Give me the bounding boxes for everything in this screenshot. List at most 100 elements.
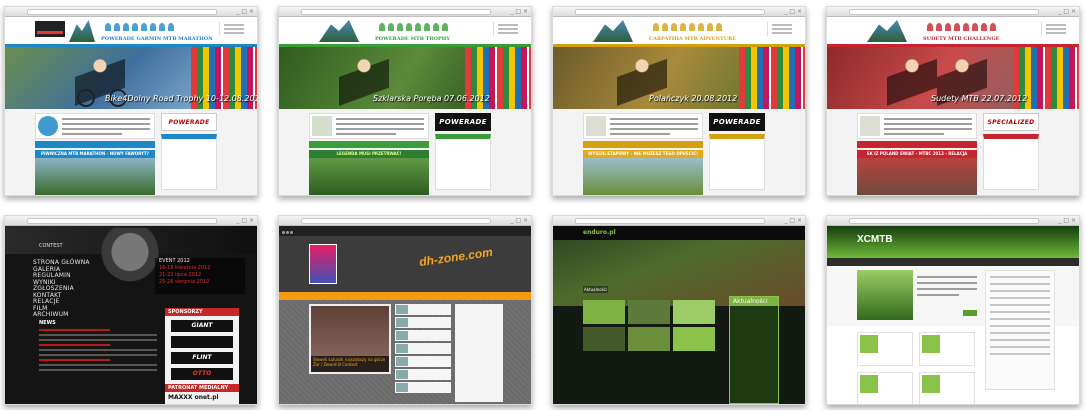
series-title: SUDETY MTB CHALLENGE [923,36,1000,42]
articles-section [827,326,1079,404]
site-thumbnail-enduro[interactable]: _ □ × enduro.pl Aktualności Aktualności [552,215,806,405]
sponsor-logo[interactable]: POWERADE [709,113,765,131]
news-teaser[interactable] [309,113,429,139]
site-thumbnail-mtb-trophy[interactable]: _ □ × POWERADE MTB TROPHY Szklarska Porę… [278,6,532,196]
browser-toolbar: _ □ × [5,216,257,234]
address-bar[interactable] [849,9,1039,15]
address-bar[interactable] [27,218,217,224]
nav-icons[interactable] [653,23,733,33]
feature-banner[interactable]: WYŚCIG ETAPOWY - NIE MOŻESZ TEGO OPUŚCIĆ… [583,150,703,195]
news-teaser[interactable] [35,113,155,139]
browser-toolbar: _ □ × [553,7,805,25]
main-nav[interactable]: STRONA GŁÓWNA GALERIA REGULAMIN WYNIKI Z… [33,259,90,319]
sidebar-block[interactable] [709,134,765,190]
sponsor-logo[interactable]: POWERADE [161,113,217,131]
news-heading: Aktualności [730,297,778,306]
sponsor-logo[interactable]: GIANT [171,320,233,332]
site-logo[interactable]: dh-zone.com [418,245,493,269]
hero-title: Polańczyk 20.08.2012 [649,94,738,103]
article-card[interactable] [919,372,975,404]
sidebar-block[interactable] [435,134,491,190]
powerade-logo[interactable] [35,21,65,37]
sponsor-logo[interactable] [171,336,233,348]
hero-banner[interactable]: Szklarska Poręba 07.06.2012 [279,47,531,109]
sponsors-panel: SPONSORZY GIANT FLINT OTTO PATRONAT MEDI… [165,308,239,404]
address-bar[interactable] [849,218,1039,224]
news-heading: NEWS [39,320,56,326]
article-list[interactable] [395,304,451,402]
events-box[interactable]: EVENT 2012 16-18 kwietnia 2012 21-22 lip… [155,258,245,294]
sponsor-logo[interactable]: FLINT [171,352,233,364]
news-teaser[interactable] [857,113,977,139]
site-thumbnail-carpathia[interactable]: _ □ × CARPATHIA MTB ADVENTURE Polańczyk … [552,6,806,196]
article-card[interactable] [857,372,913,404]
article-card[interactable] [919,332,975,366]
utility-links[interactable] [219,22,249,36]
section-menu[interactable] [583,141,703,148]
news-teaser[interactable] [583,113,703,139]
series-title: CARPATHIA MTB ADVENTURE [649,36,737,42]
magazine-cover[interactable] [309,244,337,284]
address-bar[interactable] [575,218,765,224]
right-column[interactable] [455,304,503,402]
utility-links[interactable] [767,22,797,36]
featured-photo[interactable] [857,270,913,320]
map-thumbnail [312,116,332,136]
main-nav[interactable] [279,292,531,300]
feature-banner[interactable]: PIWNICZNA MTB MARATHON - NOWY FAWORYT? [35,150,155,195]
feature-banner[interactable]: LEGENDA MUSI PRZETRWAĆ! [309,150,429,195]
featured-article[interactable]: Sławek Łukasik najszybszy na górze Żar /… [309,304,391,374]
read-more-button[interactable] [963,310,977,316]
article-card[interactable] [857,332,913,366]
site-logo[interactable]: XCMTB [857,234,893,245]
address-bar[interactable] [575,9,765,15]
content-area: LEGENDA MUSI PRZETRWAĆ! POWERADE [279,109,531,195]
site-header: SUDETY MTB CHALLENGE [827,17,1079,47]
sidebar-block[interactable] [161,134,217,190]
event-date[interactable]: 25-26 sierpnia 2012 [155,279,245,286]
media-logos[interactable]: MAXXX onet.pl [165,392,239,403]
section-menu[interactable] [309,141,429,148]
hero-title: Szklarska Poręba 07.06.2012 [373,94,490,103]
category-tabs[interactable] [739,47,805,109]
event-date[interactable]: 21-22 lipca 2012 [155,272,245,279]
site-logo[interactable]: enduro.pl [583,229,616,236]
hero-banner[interactable]: Bike4Dolny Road Trophy 10-12.08.2012 [5,47,257,109]
browser-toolbar: _ □ × [5,7,257,25]
site-thumbnail-xcmtb[interactable]: _ □ × XCMTB [826,215,1080,405]
nav-item[interactable]: ARCHIWUM [33,311,90,319]
nav-icons[interactable] [379,23,459,33]
sponsor-logo[interactable]: POWERADE [435,113,491,131]
hero-title: Bike4Dolny Road Trophy 10-12.08.2012 [105,94,257,103]
mountain-logo[interactable] [319,20,359,42]
content-area: WYŚCIG ETAPOWY - NIE MOŻESZ TEGO OPUŚCIĆ… [553,109,805,195]
hero-banner[interactable]: Sudety MTB 22.07.2012 [827,47,1079,109]
main-nav[interactable] [827,258,1079,266]
thumbnail-grid[interactable] [583,300,723,354]
news-sidebar[interactable]: Aktualności [729,296,779,404]
utility-links[interactable] [1041,22,1071,36]
site-thumbnail-sudety[interactable]: _ □ × SUDETY MTB CHALLENGE Sudety MTB 22… [826,6,1080,196]
site-thumbnail-downhill-contest[interactable]: _ □ × CONTEST STRONA GŁÓWNA GALERIA REGU… [4,215,258,405]
browser-toolbar: _ □ × [827,7,1079,25]
mountain-logo[interactable] [69,20,95,42]
mountain-logo[interactable] [867,20,907,42]
utility-links[interactable] [493,22,523,36]
sponsor-logo[interactable]: SPECIALIZED [983,113,1039,131]
sponsor-logo[interactable]: OTTO [171,368,233,380]
section-menu[interactable] [857,141,977,148]
wheel-icon [77,89,95,107]
hero-banner[interactable]: Polańczyk 20.08.2012 [553,47,805,109]
site-thumbnail-dh-zone[interactable]: _ □ × dh-zone.com Sławek Łukasik najszyb… [278,215,532,405]
address-bar[interactable] [301,9,491,15]
feature-banner[interactable]: SK IZ POLAND ŚWIAT - MTBC 2012 - RELACJA [857,150,977,195]
address-bar[interactable] [27,9,217,15]
site-thumbnail-powerade-garmin[interactable]: _ □ × POWERADE GARMIN MTB MARATHON Bike4… [4,6,258,196]
section-menu[interactable] [35,141,155,148]
event-date[interactable]: 16-18 kwietnia 2012 [155,265,245,272]
nav-icons[interactable] [927,23,1007,33]
mountain-logo[interactable] [593,20,633,42]
sidebar-block[interactable] [983,134,1039,190]
nav-icons[interactable] [105,23,185,33]
address-bar[interactable] [301,218,491,224]
